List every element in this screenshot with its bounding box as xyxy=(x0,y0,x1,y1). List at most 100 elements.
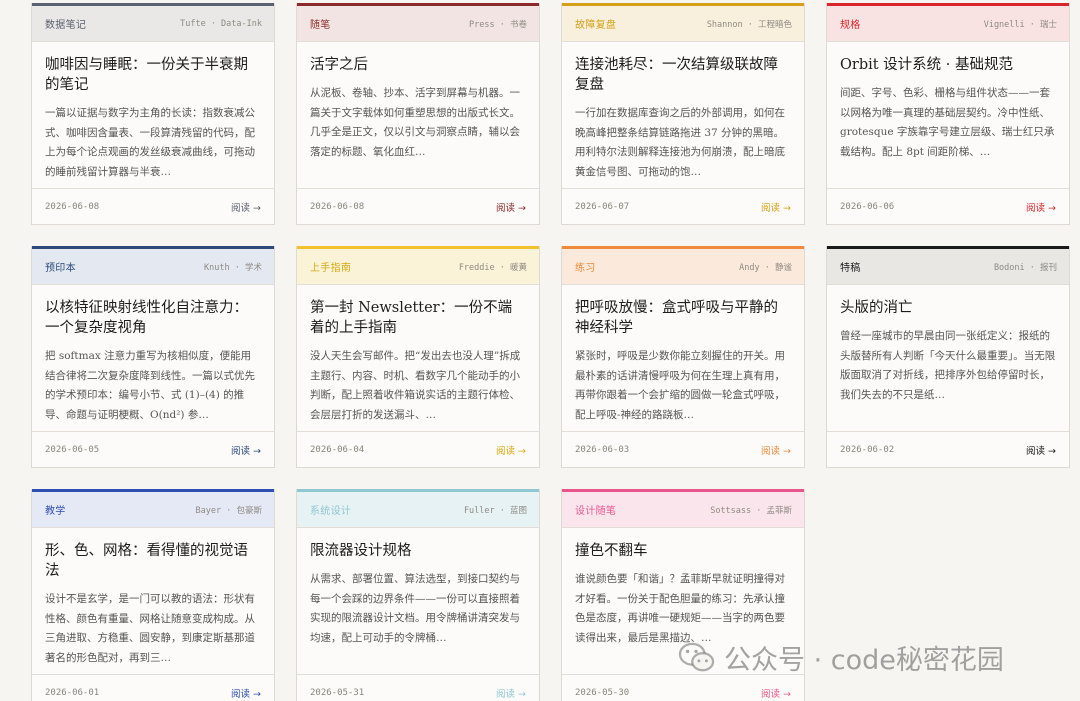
arrow-right-icon: → xyxy=(783,688,791,700)
read-label: 阅读 xyxy=(1025,202,1045,214)
card-title[interactable]: 限流器设计规格 xyxy=(310,541,526,561)
article-card[interactable]: 上手指南 Freddie · 暖黄 第一封 Newsletter：一份不端着的上… xyxy=(296,246,540,468)
card-title[interactable]: 头版的消亡 xyxy=(840,298,1056,318)
card-excerpt: 从需求、部署位置、算法选型，到接口契约与每一个会踩的边界条件——一份可以直接照着… xyxy=(310,573,520,644)
read-link[interactable]: 阅读 → xyxy=(231,686,261,700)
read-label: 阅读 xyxy=(760,202,780,214)
card-category: 上手指南 xyxy=(310,263,352,274)
card-header: 预印本 Knuth · 学术 xyxy=(32,249,274,285)
read-link[interactable]: 阅读 → xyxy=(761,200,791,214)
read-link[interactable]: 阅读 → xyxy=(761,686,791,700)
read-label: 阅读 xyxy=(230,202,250,214)
arrow-right-icon: → xyxy=(783,445,791,457)
card-category: 特稿 xyxy=(840,263,861,274)
card-category: 练习 xyxy=(575,263,596,274)
card-footer: 2026-05-30 阅读 → xyxy=(562,674,804,701)
card-footer: 2026-05-31 阅读 → xyxy=(297,674,539,701)
card-category: 故障复盘 xyxy=(575,20,617,31)
card-header: 故障复盘 Shannon · 工程暗色 xyxy=(562,6,804,42)
card-title[interactable]: 以核特征映射线性化自注意力：一个复杂度视角 xyxy=(45,298,261,338)
article-card[interactable]: 随笔 Press · 书卷 活字之后 从泥板、卷轴、抄本、活字到屏幕与机器。一篇… xyxy=(296,3,540,225)
card-header: 数据笔记 Tufte · Data-Ink xyxy=(32,6,274,42)
card-style-meta: Vignelli · 瑞士 xyxy=(983,19,1057,30)
read-label: 阅读 xyxy=(1025,445,1045,457)
card-style-meta: Andy · 静谧 xyxy=(739,262,792,273)
card-body: 连接池耗尽：一次结算级联故障复盘 一行加在数据库查询之后的外部调用，如何在晚高峰… xyxy=(562,42,804,188)
arrow-right-icon: → xyxy=(1048,202,1056,214)
card-title[interactable]: 撞色不翻车 xyxy=(575,541,791,561)
card-style-meta: Bodoni · 报刊 xyxy=(993,262,1057,273)
read-link[interactable]: 阅读 → xyxy=(761,443,791,457)
card-excerpt: 从泥板、卷轴、抄本、活字到屏幕与机器。一篇关于文字载体如何重塑思想的出版式长文。… xyxy=(310,87,520,158)
arrow-right-icon: → xyxy=(518,202,526,214)
arrow-right-icon: → xyxy=(253,445,261,457)
article-card[interactable]: 特稿 Bodoni · 报刊 头版的消亡 曾经一座城市的早晨由同一张纸定义：报纸… xyxy=(826,246,1070,468)
card-style-meta: Press · 书卷 xyxy=(469,19,527,30)
card-category: 设计随笔 xyxy=(575,506,617,517)
read-link[interactable]: 阅读 → xyxy=(496,200,526,214)
read-link[interactable]: 阅读 → xyxy=(231,200,261,214)
card-excerpt: 一篇以证据与数字为主角的长读：指数衰减公式、咖啡因含量表、一段算清残留的代码，配… xyxy=(45,107,255,178)
article-card[interactable]: 练习 Andy · 静谧 把呼吸放慢：盒式呼吸与平静的神经科学 紧张时，呼吸是少… xyxy=(561,246,805,468)
card-footer: 2026-06-07 阅读 → xyxy=(562,188,804,224)
card-date: 2026-06-08 xyxy=(45,201,100,212)
card-style-meta: Sottsass · 孟菲斯 xyxy=(710,505,792,516)
card-excerpt: 紧张时，呼吸是少数你能立刻握住的开关。用最朴素的话讲清慢呼吸为何在生理上真有用，… xyxy=(575,350,785,421)
arrow-right-icon: → xyxy=(518,688,526,700)
article-card[interactable]: 系统设计 Fuller · 蓝图 限流器设计规格 从需求、部署位置、算法选型，到… xyxy=(296,489,540,701)
article-card[interactable]: 规格 Vignelli · 瑞士 Orbit 设计系统 · 基础规范 间距、字号… xyxy=(826,3,1070,225)
read-link[interactable]: 阅读 → xyxy=(231,443,261,457)
card-title[interactable]: 形、色、网格：看得懂的视觉语法 xyxy=(45,541,261,581)
card-title[interactable]: 咖啡因与睡眠：一份关于半衰期的笔记 xyxy=(45,55,261,95)
read-link[interactable]: 阅读 → xyxy=(496,686,526,700)
card-header: 教学 Bayer · 包豪斯 xyxy=(32,492,274,528)
card-body: 形、色、网格：看得懂的视觉语法 设计不是玄学，是一门可以教的语法：形状有性格、颜… xyxy=(32,528,274,674)
read-link[interactable]: 阅读 → xyxy=(1026,443,1056,457)
article-card[interactable]: 预印本 Knuth · 学术 以核特征映射线性化自注意力：一个复杂度视角 把 s… xyxy=(31,246,275,468)
article-card[interactable]: 设计随笔 Sottsass · 孟菲斯 撞色不翻车 谁说颜色要「和谐」？孟菲斯早… xyxy=(561,489,805,701)
card-excerpt: 间距、字号、色彩、栅格与组件状态——一套以网格为唯一真理的基础层契约。冷中性纸、… xyxy=(840,87,1055,158)
card-date: 2026-06-06 xyxy=(840,201,895,212)
read-label: 阅读 xyxy=(495,445,515,457)
card-style-meta: Shannon · 工程暗色 xyxy=(706,19,792,30)
card-style-meta: Freddie · 暖黄 xyxy=(458,262,527,273)
read-link[interactable]: 阅读 → xyxy=(496,443,526,457)
article-card-grid: 数据笔记 Tufte · Data-Ink 咖啡因与睡眠：一份关于半衰期的笔记 … xyxy=(31,3,1070,701)
card-body: 把呼吸放慢：盒式呼吸与平静的神经科学 紧张时，呼吸是少数你能立刻握住的开关。用最… xyxy=(562,285,804,431)
read-label: 阅读 xyxy=(760,445,780,457)
card-date: 2026-06-04 xyxy=(310,444,365,455)
article-card[interactable]: 教学 Bayer · 包豪斯 形、色、网格：看得懂的视觉语法 设计不是玄学，是一… xyxy=(31,489,275,701)
card-style-meta: Fuller · 蓝图 xyxy=(463,505,527,516)
card-title[interactable]: 活字之后 xyxy=(310,55,526,75)
arrow-right-icon: → xyxy=(253,688,261,700)
card-footer: 2026-06-06 阅读 → xyxy=(827,188,1069,224)
arrow-right-icon: → xyxy=(1048,445,1056,457)
card-style-meta: Tufte · Data-Ink xyxy=(180,18,262,29)
card-header: 系统设计 Fuller · 蓝图 xyxy=(297,492,539,528)
card-date: 2026-05-31 xyxy=(310,687,365,698)
card-title[interactable]: Orbit 设计系统 · 基础规范 xyxy=(840,55,1056,75)
card-header: 练习 Andy · 静谧 xyxy=(562,249,804,285)
card-date: 2026-06-05 xyxy=(45,444,100,455)
card-body: 第一封 Newsletter：一份不端着的上手指南 没人天生会写邮件。把“发出去… xyxy=(297,285,539,431)
article-card[interactable]: 数据笔记 Tufte · Data-Ink 咖啡因与睡眠：一份关于半衰期的笔记 … xyxy=(31,3,275,225)
card-title[interactable]: 把呼吸放慢：盒式呼吸与平静的神经科学 xyxy=(575,298,791,338)
read-label: 阅读 xyxy=(495,688,515,700)
card-header: 特稿 Bodoni · 报刊 xyxy=(827,249,1069,285)
card-category: 系统设计 xyxy=(310,506,352,517)
card-title[interactable]: 第一封 Newsletter：一份不端着的上手指南 xyxy=(310,298,526,338)
card-body: 头版的消亡 曾经一座城市的早晨由同一张纸定义：报纸的头版替所有人判断「今天什么最… xyxy=(827,285,1069,431)
card-body: 活字之后 从泥板、卷轴、抄本、活字到屏幕与机器。一篇关于文字载体如何重塑思想的出… xyxy=(297,42,539,188)
card-category: 数据笔记 xyxy=(45,20,87,31)
card-category: 预印本 xyxy=(45,263,76,274)
read-label: 阅读 xyxy=(230,445,250,457)
card-title[interactable]: 连接池耗尽：一次结算级联故障复盘 xyxy=(575,55,791,95)
card-date: 2026-06-08 xyxy=(310,201,365,212)
article-card[interactable]: 故障复盘 Shannon · 工程暗色 连接池耗尽：一次结算级联故障复盘 一行加… xyxy=(561,3,805,225)
card-excerpt: 把 softmax 注意力重写为核相似度，便能用结合律将二次复杂度降到线性。一篇… xyxy=(45,350,255,421)
card-footer: 2026-06-01 阅读 → xyxy=(32,674,274,701)
read-link[interactable]: 阅读 → xyxy=(1026,200,1056,214)
card-footer: 2026-06-08 阅读 → xyxy=(297,188,539,224)
card-header: 上手指南 Freddie · 暖黄 xyxy=(297,249,539,285)
card-category: 规格 xyxy=(840,20,861,31)
